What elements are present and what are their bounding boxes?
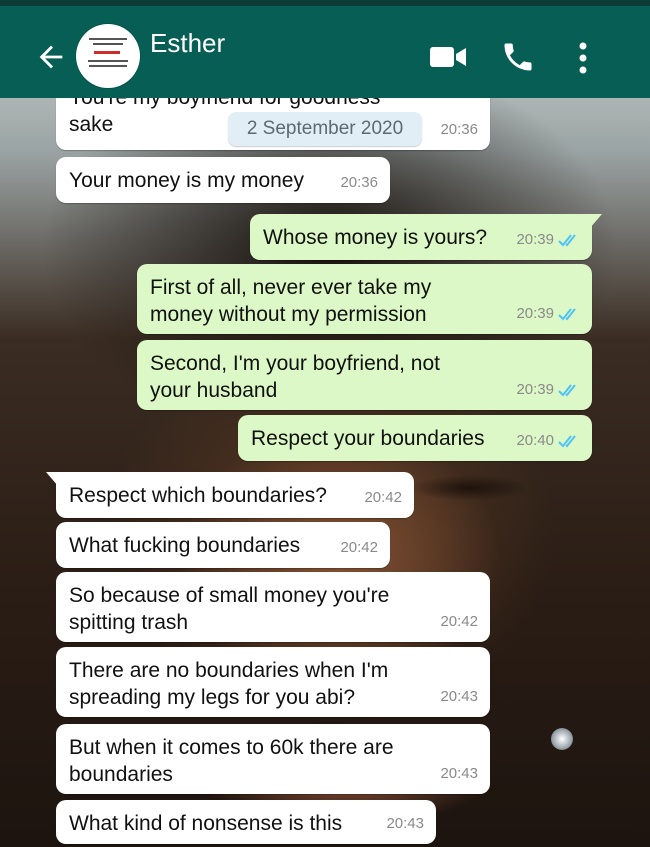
- date-chip: 2 September 2020: [228, 112, 422, 146]
- avatar[interactable]: [76, 24, 140, 88]
- message-meta: 20:39: [516, 376, 580, 403]
- message-bubble-incoming[interactable]: Respect which boundaries? 20:42: [46, 472, 414, 518]
- message-time: 20:42: [364, 489, 402, 506]
- message-time: 20:43: [440, 688, 478, 705]
- message-text: But when it comes to 60k there are bound…: [69, 736, 394, 786]
- message-meta: 20:39: [516, 226, 580, 253]
- message-bubble-outgoing[interactable]: First of all, never ever take my money w…: [137, 264, 592, 334]
- read-ticks-icon: [558, 434, 576, 447]
- read-ticks-icon: [558, 307, 576, 320]
- voice-call-icon[interactable]: [500, 39, 536, 75]
- message-bubble-outgoing[interactable]: Second, I'm your boyfriend, not your hus…: [137, 340, 592, 410]
- message-text: What kind of nonsense is this: [69, 812, 343, 835]
- message-bubble-incoming[interactable]: But when it comes to 60k there are bound…: [56, 724, 490, 794]
- message-text: So because of small money you're spittin…: [69, 584, 390, 634]
- message-bubble-incoming[interactable]: What fucking boundaries 20:42: [56, 522, 390, 568]
- message-time: 20:42: [340, 539, 378, 556]
- message-time: 20:43: [440, 765, 478, 782]
- message-text: What fucking boundaries: [69, 534, 301, 557]
- message-meta: 20:40: [516, 427, 580, 454]
- message-bubble-incoming[interactable]: So because of small money you're spittin…: [56, 572, 490, 642]
- message-bubble-incoming[interactable]: There are no boundaries when I'm spreadi…: [56, 647, 490, 717]
- message-text: Whose money is yours?: [263, 226, 488, 249]
- message-text: Second, I'm your boyfriend, not your hus…: [150, 352, 441, 402]
- message-text: Respect which boundaries?: [69, 484, 327, 507]
- chat-header: Esther: [0, 6, 650, 98]
- message-time: 20:36: [340, 174, 378, 191]
- wallpaper-detail: [410, 475, 530, 501]
- message-text: There are no boundaries when I'm spreadi…: [69, 659, 389, 709]
- message-text: Your money is my money: [69, 169, 304, 192]
- message-bubble-incoming[interactable]: Your money is my money 20:36: [56, 157, 390, 203]
- contact-name[interactable]: Esther: [150, 28, 225, 59]
- message-bubble-incoming[interactable]: What kind of nonsense is this 20:43: [56, 800, 436, 844]
- read-ticks-icon: [558, 233, 576, 246]
- message-time: 20:40: [516, 432, 554, 449]
- message-time: 20:39: [516, 305, 554, 322]
- wallpaper-detail: [551, 728, 573, 750]
- message-time: 20:39: [516, 231, 554, 248]
- back-arrow-icon[interactable]: [34, 40, 68, 74]
- message-time: 20:36: [440, 121, 478, 138]
- message-meta: 20:39: [516, 300, 580, 327]
- message-time: 20:42: [440, 613, 478, 630]
- read-ticks-icon: [558, 383, 576, 396]
- message-bubble-outgoing[interactable]: Whose money is yours? 20:39: [250, 214, 602, 260]
- message-time: 20:43: [386, 815, 424, 832]
- video-call-icon[interactable]: [428, 42, 468, 72]
- message-time: 20:39: [516, 381, 554, 398]
- message-text: First of all, never ever take my money w…: [150, 276, 432, 326]
- more-options-icon[interactable]: [573, 40, 593, 76]
- message-text: Respect your boundaries: [251, 427, 485, 450]
- message-bubble-outgoing[interactable]: Respect your boundaries 20:40: [238, 415, 592, 461]
